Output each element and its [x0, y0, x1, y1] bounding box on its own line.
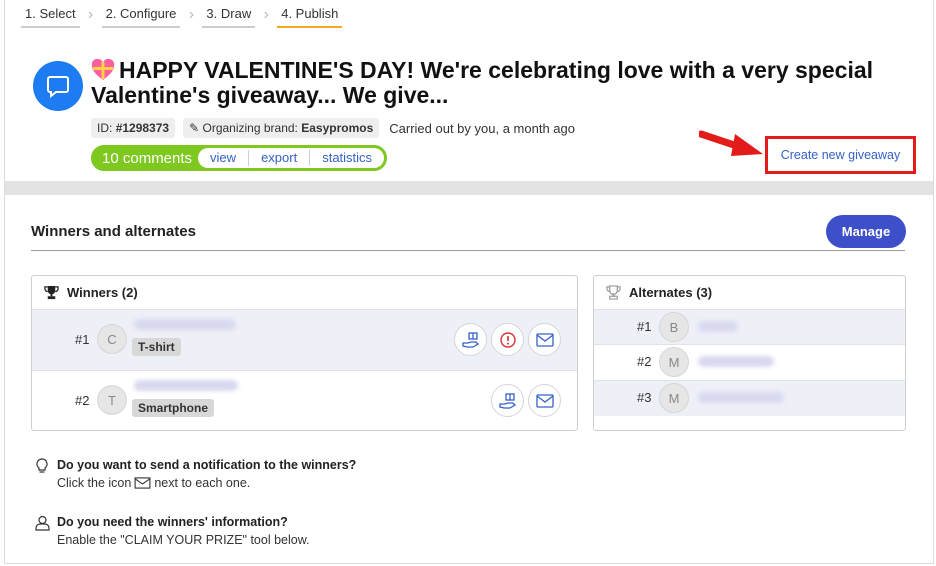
section-divider	[31, 250, 905, 251]
alternate-rank: #2	[637, 354, 652, 369]
prize-badge: T-shirt	[132, 338, 181, 356]
winners-card: Winners (2) #1 C T-shirt #2 T Smartphone	[31, 275, 578, 431]
alternate-row: #1 B	[594, 309, 905, 344]
winner-rank: #2	[75, 393, 90, 408]
winners-header: Winners (2)	[32, 276, 577, 309]
notify-answer-post: next to each one.	[154, 476, 251, 490]
giveaway-id-tag: ID: #1298373	[91, 118, 176, 138]
red-arrow-icon	[699, 130, 763, 156]
alternate-name-blurred	[698, 392, 784, 403]
mail-icon	[535, 332, 554, 347]
chevron-right-icon: ›	[188, 6, 195, 23]
section-title: Winners and alternates	[31, 223, 196, 240]
pencil-icon: ✎	[189, 121, 200, 135]
id-value: #1298373	[115, 121, 170, 135]
brand-tag: ✎ Organizing brand: Easypromos	[183, 118, 380, 138]
avatar: C	[97, 324, 127, 354]
winner-rank: #1	[75, 332, 90, 347]
create-new-giveaway-link[interactable]: Create new giveaway	[781, 148, 901, 162]
brand-value: Easypromos	[301, 121, 374, 135]
warning-button[interactable]	[491, 323, 524, 356]
alternate-row: #3 M	[594, 380, 905, 416]
alternate-rank: #1	[637, 319, 652, 334]
view-link[interactable]: view	[198, 150, 250, 166]
alternate-rank: #3	[637, 390, 652, 405]
chat-bubble-icon	[33, 61, 83, 111]
gift-hand-icon	[461, 331, 479, 348]
notify-answer: Click the icon next to each one.	[57, 476, 356, 490]
info-alert-icon	[499, 331, 516, 348]
notify-question: Do you want to send a notification to th…	[57, 458, 357, 472]
alternates-card: Alternates (3) #1 B #2 M #3 M	[593, 275, 906, 431]
chevron-right-icon: ›	[263, 6, 269, 23]
winner-name-blurred	[134, 380, 238, 391]
avatar: M	[659, 347, 689, 377]
carried-out-text: Carried out by you, a month ago	[389, 120, 575, 136]
create-new-giveaway-highlight: Create new giveaway	[765, 136, 916, 174]
manage-button[interactable]: Manage	[826, 215, 906, 248]
avatar: M	[659, 383, 689, 413]
winner-name-blurred	[134, 319, 236, 330]
winners-title: Winners (2)	[67, 285, 138, 300]
giveaway-title: HAPPY VALENTINE'S DAY! We're celebrating…	[91, 58, 891, 108]
info-question: Do you need the winners' information?	[57, 515, 288, 529]
brand-label: Organizing brand:	[202, 121, 298, 135]
notify-email-button[interactable]	[528, 384, 561, 417]
prize-badge: Smartphone	[132, 399, 215, 417]
id-label: ID:	[97, 121, 113, 135]
avatar: B	[659, 312, 689, 342]
statistics-link[interactable]: statistics	[310, 150, 384, 166]
mail-icon	[535, 393, 554, 408]
alternate-name-blurred	[698, 356, 774, 367]
trophy-icon	[44, 285, 59, 300]
trophy-outline-icon	[606, 285, 621, 300]
alternates-title: Alternates (3)	[629, 285, 713, 300]
winner-row: #1 C T-shirt	[32, 309, 577, 370]
giveaway-page: 1. Select › 2. Configure › 3. Draw › 4. …	[4, 0, 934, 564]
notify-tip: Do you want to send a notification to th…	[35, 458, 356, 490]
lightbulb-icon	[36, 458, 48, 473]
giveaway-meta: ID: #1298373 ✎ Organizing brand: Easypro…	[91, 118, 575, 138]
notify-email-button[interactable]	[528, 323, 561, 356]
comments-pill: 10 comments view export statistics	[91, 145, 388, 171]
comments-links: view export statistics	[198, 148, 385, 168]
user-id-icon	[35, 515, 50, 531]
giveaway-title-text: HAPPY VALENTINE'S DAY! We're celebrating…	[91, 57, 874, 108]
divider-band	[5, 181, 933, 195]
step-select[interactable]: 1. Select	[21, 0, 80, 28]
alternate-name-blurred	[698, 321, 738, 332]
info-answer: Enable the "CLAIM YOUR PRIZE" tool below…	[57, 533, 310, 547]
step-nav: 1. Select › 2. Configure › 3. Draw › 4. …	[21, 0, 343, 30]
prize-delivery-button[interactable]	[491, 384, 524, 417]
comments-count: 10 comments	[102, 149, 193, 167]
step-configure[interactable]: 2. Configure	[101, 0, 181, 28]
prize-delivery-button[interactable]	[454, 323, 487, 356]
winner-row: #2 T Smartphone	[32, 370, 577, 430]
info-tip: Do you need the winners' information? En…	[35, 515, 310, 547]
mail-icon	[134, 477, 151, 489]
chevron-right-icon: ›	[87, 6, 94, 23]
step-publish[interactable]: 4. Publish	[277, 0, 343, 28]
avatar: T	[97, 385, 127, 415]
alternates-header: Alternates (3)	[594, 276, 905, 309]
step-draw[interactable]: 3. Draw	[202, 0, 256, 28]
export-link[interactable]: export	[249, 150, 311, 166]
gift-hand-icon	[498, 392, 516, 409]
notify-answer-pre: Click the icon	[57, 476, 132, 490]
heart-gift-icon	[91, 59, 115, 80]
alternate-row: #2 M	[594, 344, 905, 380]
